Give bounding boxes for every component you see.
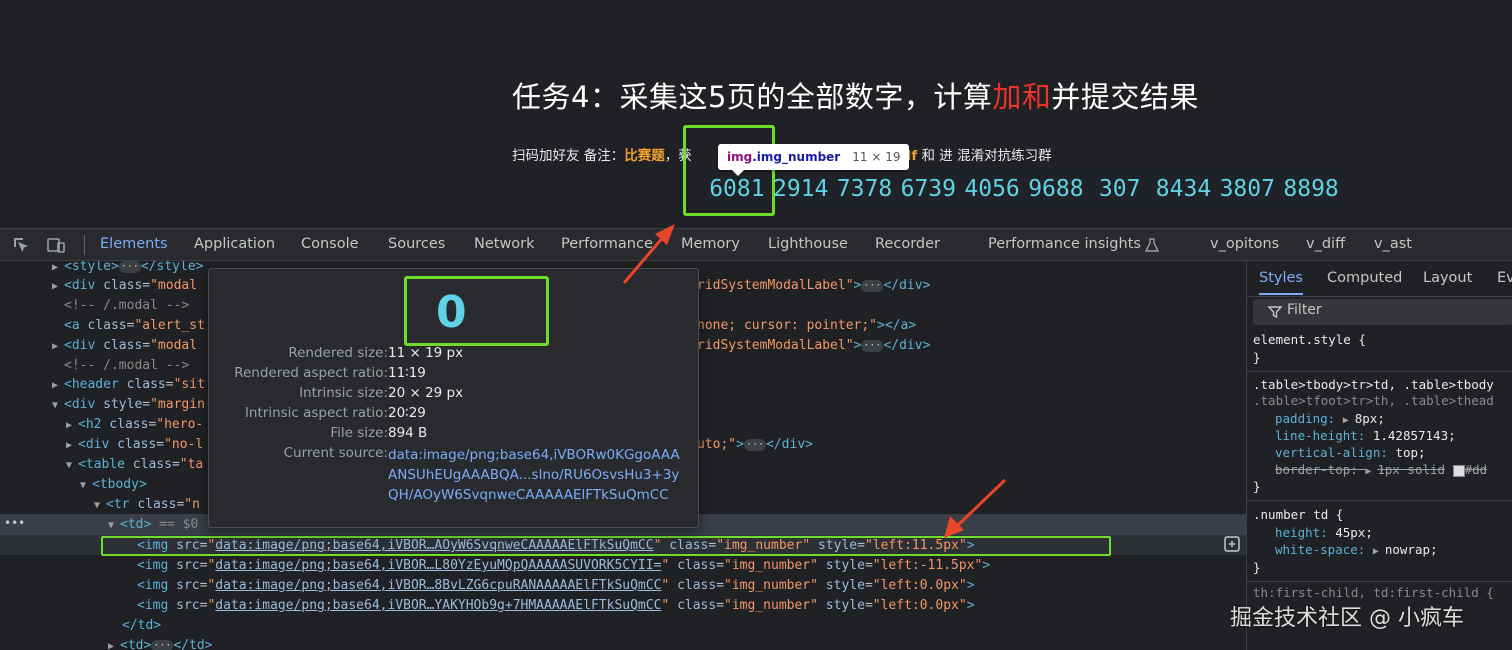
tab-application[interactable]: Application xyxy=(194,229,275,261)
number-cell[interactable]: 2914 xyxy=(769,170,833,208)
devtools-toolbar: Elements Application Console Sources Net… xyxy=(0,228,1512,261)
dom-node[interactable]: ▶ <style> ··· </style> xyxy=(52,261,203,277)
css-property[interactable]: padding: ▶ 8px; xyxy=(1275,410,1385,427)
css-property[interactable]: vertical-align: top; xyxy=(1275,444,1426,461)
rendered-ratio-row: Rendered aspect ratio: 11∶19 xyxy=(234,365,426,381)
img-node[interactable]: <img src="data:image/png;base64,iVBOR…YA… xyxy=(137,596,975,616)
element-style-rule[interactable]: element.style { xyxy=(1253,331,1366,348)
dom-node[interactable]: ▼ <tbody> xyxy=(80,475,147,495)
rule-close: } xyxy=(1253,560,1261,575)
number-cell[interactable]: 8898 xyxy=(1279,170,1343,208)
tab-v-ast[interactable]: v_ast xyxy=(1374,229,1412,261)
img-node[interactable]: <img src="data:image/png;base64,iVBOR…L8… xyxy=(137,556,990,576)
table-rule-selector[interactable]: .table>tbody>tr>td, .table>tbody xyxy=(1253,376,1494,393)
flask-icon xyxy=(1144,238,1160,252)
watermark-text: 掘金技术社区 @ 小疯车 xyxy=(1230,606,1464,631)
dom-node-tail: ridSystemModalLabel"> ··· </div> xyxy=(697,278,931,293)
styles-filter-input[interactable]: Filter xyxy=(1253,299,1512,325)
tab-v-diff[interactable]: v_diff xyxy=(1306,229,1345,261)
tab-computed[interactable]: Computed xyxy=(1327,261,1402,295)
tab-styles[interactable]: Styles xyxy=(1259,261,1303,295)
element-hover-tooltip: img.img_number 11 × 19 xyxy=(718,144,910,176)
inspect-element-icon[interactable] xyxy=(11,235,31,255)
selected-td-node[interactable]: ▼ <td> == $0 xyxy=(108,515,198,535)
number-td-rule[interactable]: .number td { xyxy=(1253,506,1343,523)
dom-node[interactable]: ▶ <div class="modal xyxy=(52,336,197,356)
styles-sidebar: Styles Computed Layout Ev Filter element… xyxy=(1246,261,1512,650)
sidebar-tabs: Styles Computed Layout Ev xyxy=(1247,261,1512,297)
tab-memory[interactable]: Memory xyxy=(681,229,740,261)
color-swatch[interactable] xyxy=(1452,464,1465,477)
number-cell[interactable]: 6739 xyxy=(896,170,960,208)
tab-console[interactable]: Console xyxy=(301,229,359,261)
img-node[interactable]: <img src="data:image/png;base64,iVBOR…8B… xyxy=(137,576,975,596)
inspected-number-highlight xyxy=(683,125,775,216)
rendered-size-row: Rendered size: 11 × 19 px xyxy=(288,345,464,361)
css-property-overridden[interactable]: border-top: ▶ 1px solid #dd xyxy=(1275,461,1487,478)
tab-v-opitons[interactable]: v_opitons xyxy=(1210,229,1279,261)
web-page-viewport: 任务4：采集这5页的全部数字，计算加和并提交结果 扫码加好友 备注：比赛题，获 … xyxy=(0,0,1512,228)
filter-icon xyxy=(1267,306,1283,319)
rule-separator xyxy=(1247,371,1512,372)
rule-separator xyxy=(1247,581,1512,582)
dom-comment[interactable]: <!-- /.modal --> xyxy=(64,296,189,316)
rule-close: } xyxy=(1253,350,1261,365)
page-subtitle: 扫码加好友 备注：比赛题，获 xyxy=(512,148,692,164)
dom-node[interactable]: ▶ <h2 class="hero- xyxy=(66,415,203,435)
contest-label: 比赛题 xyxy=(624,148,665,164)
number-cell[interactable]: 4056 xyxy=(960,170,1024,208)
dom-node[interactable]: ▼ <tr class="n xyxy=(94,495,200,515)
tab-event-listeners[interactable]: Ev xyxy=(1497,261,1512,295)
css-property[interactable]: height: 45px; xyxy=(1275,524,1373,541)
dom-node[interactable]: ▼ <table class="ta xyxy=(66,455,203,475)
tab-layout[interactable]: Layout xyxy=(1423,261,1472,295)
preview-image: 0 xyxy=(436,287,467,338)
tab-performance-insights[interactable]: Performance insights xyxy=(988,229,1141,261)
device-toolbar-icon[interactable] xyxy=(46,235,66,255)
dom-close-tag[interactable]: </td> xyxy=(122,616,161,636)
image-preview-popover: 0 Rendered size: 11 × 19 px Rendered aspe… xyxy=(208,268,699,528)
number-cell[interactable]: 307 xyxy=(1088,170,1152,208)
number-cell[interactable]: 9688 xyxy=(1024,170,1088,208)
intrinsic-size-row: Intrinsic size: 20 × 29 px xyxy=(299,385,464,401)
numbers-row: 6081 2914 7378 6739 4056 9688 307 8434 3… xyxy=(705,170,1343,208)
toolbar-separator xyxy=(84,235,85,255)
img-node-highlight xyxy=(101,536,1111,556)
tab-network[interactable]: Network xyxy=(474,229,535,261)
number-cell[interactable]: 8434 xyxy=(1152,170,1216,208)
preview-image-highlight xyxy=(404,276,549,346)
table-rule-selector-2[interactable]: .table>tfoot>tr>th, .table>thead xyxy=(1253,392,1494,409)
dom-node[interactable]: ▶ <div class="modal xyxy=(52,276,197,296)
dom-node-tail: uto;"> ··· </div> xyxy=(697,437,813,452)
dom-node[interactable]: ▼ <div style="margin xyxy=(52,395,205,415)
dom-node-tail: none; cursor: pointer;"></a> xyxy=(697,318,917,333)
dom-node-tail: ridSystemModalLabel"> ··· </div> xyxy=(697,338,931,353)
tab-performance[interactable]: Performance xyxy=(561,229,653,261)
page-title: 任务4：采集这5页的全部数字，计算加和并提交结果 xyxy=(512,80,1199,114)
title-highlight: 加和 xyxy=(992,80,1052,114)
file-size-row: File size: 894 B xyxy=(330,425,428,441)
copy-icon[interactable] xyxy=(1223,535,1241,553)
dom-comment[interactable]: <!-- /.modal --> xyxy=(64,356,189,376)
dom-node[interactable]: ▶ <div class="no-l xyxy=(66,435,203,455)
intrinsic-ratio-row: Intrinsic aspect ratio: 20∶29 xyxy=(244,405,426,421)
rule-close: } xyxy=(1253,479,1261,494)
subtitle-continuation: pdf 和 进 混淆对抗练习群 xyxy=(892,148,1052,164)
current-source-link[interactable]: data:image/png;base64,iVBORw0KGgoAAAANSU… xyxy=(388,445,688,505)
tab-elements[interactable]: Elements xyxy=(100,229,168,261)
dom-node[interactable]: <a class="alert_st xyxy=(64,316,205,336)
dom-node[interactable]: ▶ <td> ··· </td> xyxy=(108,636,213,650)
dom-node[interactable]: ▶ <header class="sit xyxy=(52,375,205,395)
rule-separator xyxy=(1247,500,1512,501)
tab-lighthouse[interactable]: Lighthouse xyxy=(768,229,848,261)
first-child-rule[interactable]: th:first-child, td:first-child { xyxy=(1253,584,1494,601)
css-property[interactable]: line-height: 1.42857143; xyxy=(1275,427,1456,444)
number-cell[interactable]: 7378 xyxy=(833,170,897,208)
more-actions-icon[interactable]: ••• xyxy=(4,516,25,530)
tab-recorder[interactable]: Recorder xyxy=(875,229,940,261)
tab-sources[interactable]: Sources xyxy=(388,229,445,261)
number-cell[interactable]: 3807 xyxy=(1215,170,1279,208)
css-property[interactable]: white-space: ▶ nowrap; xyxy=(1275,541,1438,558)
